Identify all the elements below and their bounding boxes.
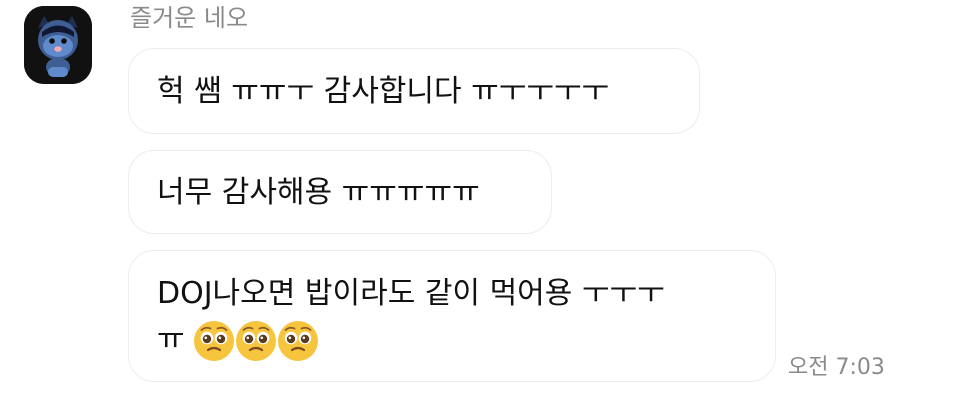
pleading-face-icon <box>277 320 319 362</box>
message-timestamp: 오전 7:03 <box>788 355 885 380</box>
message-text: 너무 감사해용 ㅠㅠㅠㅠㅠ <box>157 175 480 210</box>
emoji-group <box>193 317 319 363</box>
message-text-fragment: ㅠ <box>157 322 185 357</box>
message-text: 헉 쌤 ㅠㅠㅜ 감사합니다 ㅠㅜㅜㅜㅜ <box>157 74 610 109</box>
message-bubble[interactable]: DOJ나오면 밥이라도 같이 먹어용 ㅜㅜㅜ ㅠ <box>128 250 776 382</box>
message-text-line: ㅠ <box>157 317 747 363</box>
pleading-face-icon <box>193 320 235 362</box>
profile-avatar[interactable] <box>24 6 92 84</box>
message-text-line: DOJ나오면 밥이라도 같이 먹어용 ㅜㅜㅜ <box>157 276 665 311</box>
message-bubble[interactable]: 너무 감사해용 ㅠㅠㅠㅠㅠ <box>128 150 552 234</box>
message-bubble[interactable]: 헉 쌤 ㅠㅠㅜ 감사합니다 ㅠㅜㅜㅜㅜ <box>128 48 700 134</box>
pleading-face-icon <box>235 320 277 362</box>
sender-name: 즐거운 네오 <box>130 4 249 32</box>
neo-character-icon <box>24 6 92 84</box>
